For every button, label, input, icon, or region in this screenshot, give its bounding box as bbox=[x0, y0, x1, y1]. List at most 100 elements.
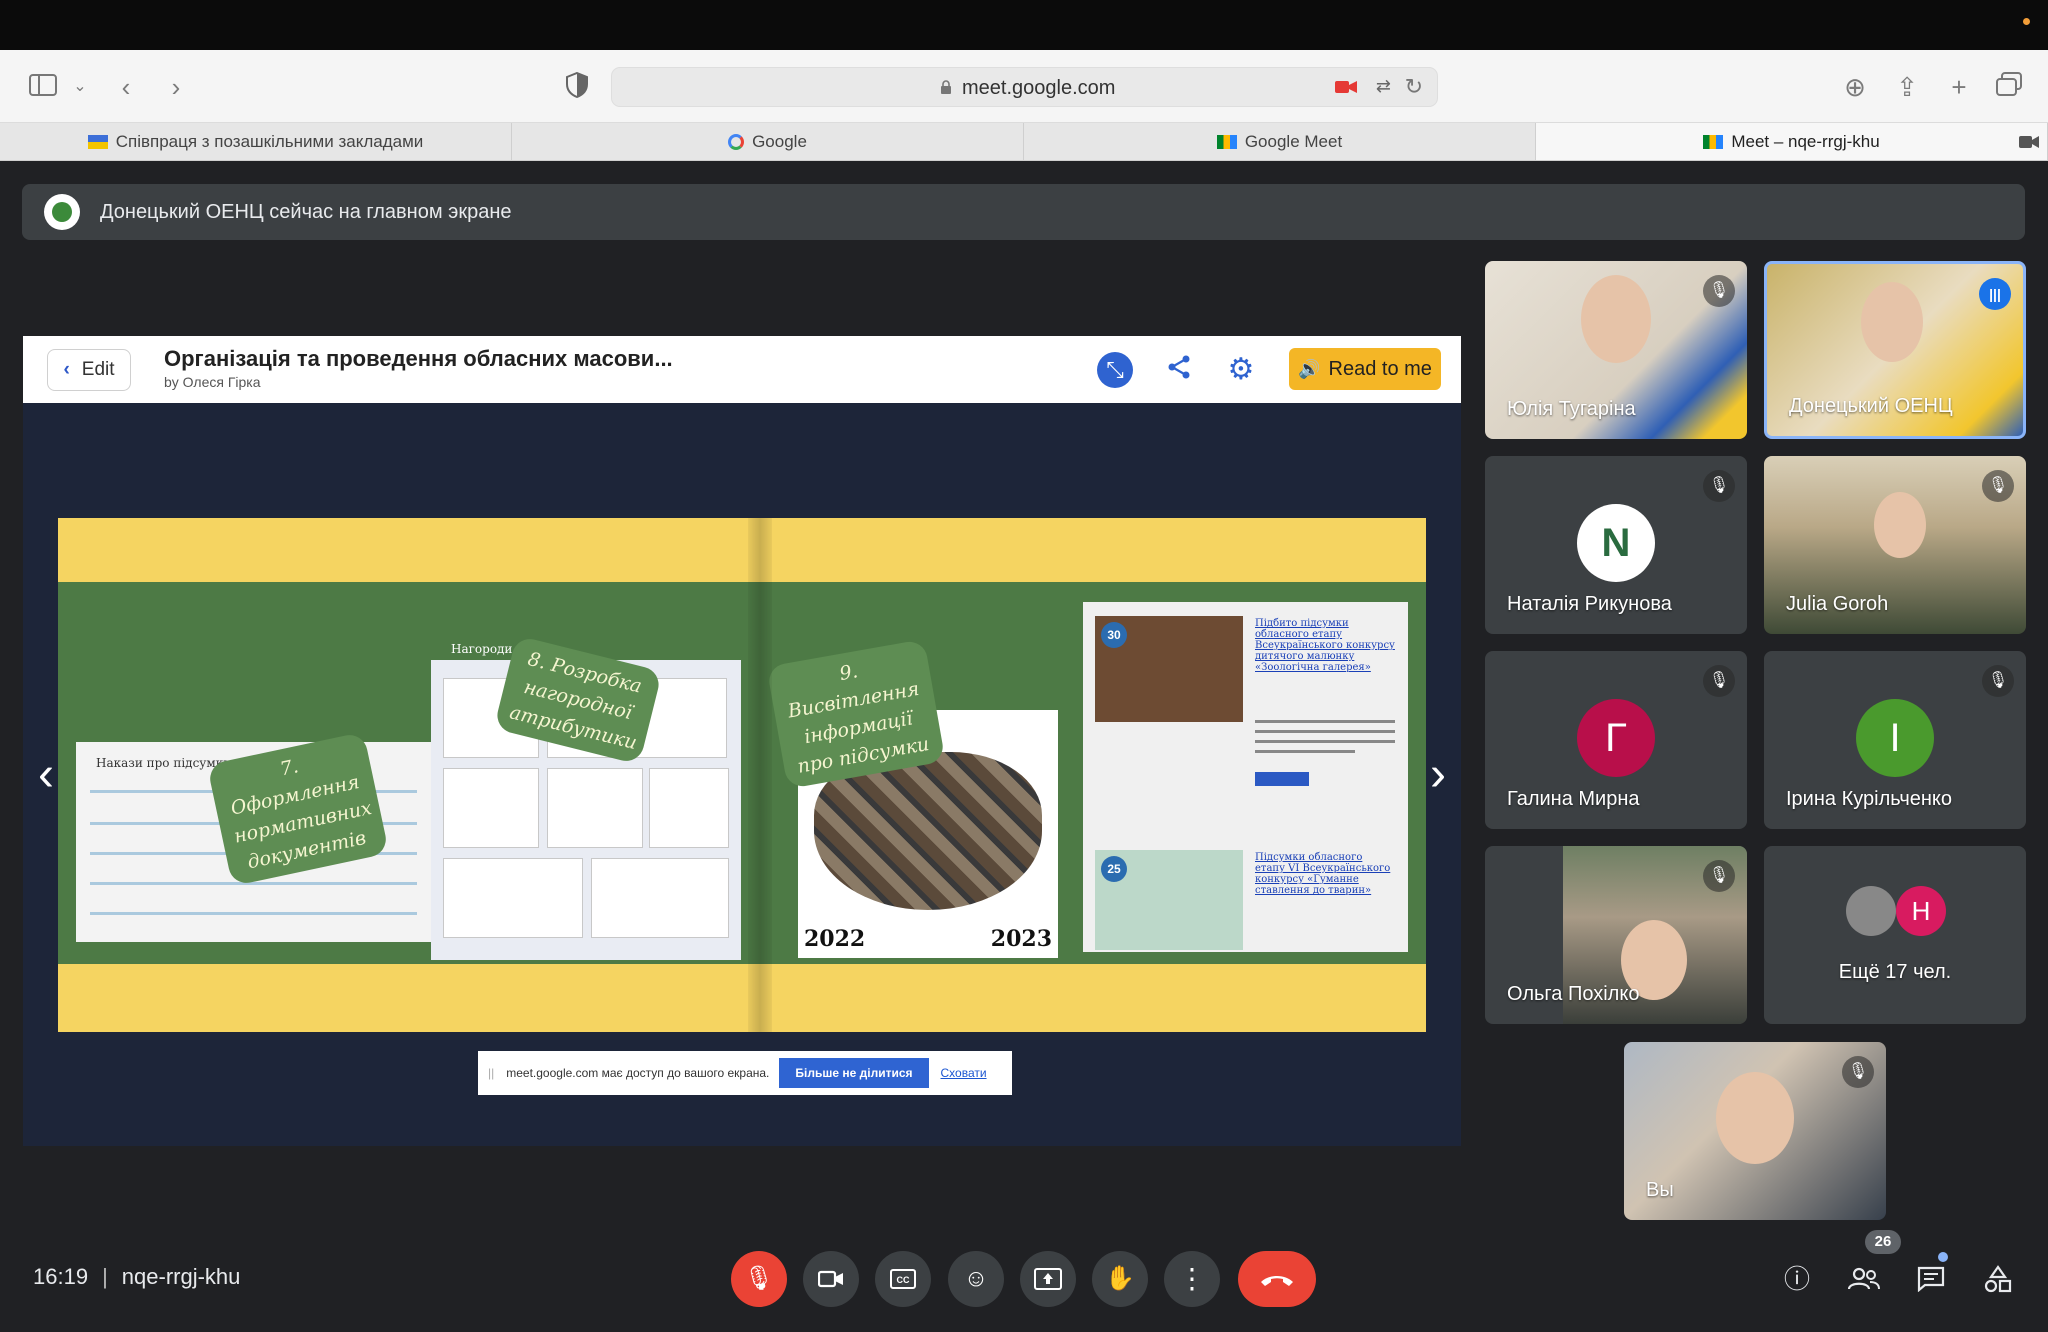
reload-icon[interactable]: ↻ bbox=[1405, 74, 1423, 100]
mic-off-icon: 🎙 bbox=[1703, 275, 1735, 307]
mic-off-icon: 🎙 bbox=[1703, 665, 1735, 697]
favicon-icon bbox=[87, 134, 108, 149]
new-tab-icon[interactable]: + bbox=[1942, 72, 1976, 102]
speaking-indicator-icon: ||| bbox=[1979, 278, 2011, 310]
privacy-shield-icon[interactable] bbox=[562, 71, 592, 102]
mic-toggle-button[interactable]: 🎙 bbox=[731, 1251, 787, 1307]
screen-share-notice: || meet.google.com має доступ до вашого … bbox=[478, 1051, 1012, 1095]
chat-unread-dot bbox=[1938, 1252, 1948, 1262]
lock-icon bbox=[941, 80, 951, 94]
os-top-bar bbox=[0, 0, 2048, 50]
participant-tile[interactable]: Г 🎙 Галина Мирна bbox=[1485, 651, 1747, 829]
captions-button[interactable]: CC bbox=[875, 1251, 931, 1307]
participant-tile-active-speaker[interactable]: ||| Донецький ОЕНЦ bbox=[1764, 261, 2026, 439]
meeting-details-icon[interactable]: ⓘ bbox=[1776, 1258, 1818, 1300]
camera-tab-icon bbox=[2019, 136, 2039, 148]
share-icon[interactable]: ⇪ bbox=[1890, 72, 1924, 102]
participant-thumbnail bbox=[1846, 886, 1896, 936]
tab-spivpratsia[interactable]: Співпраця з позашкільними закладами bbox=[0, 123, 512, 160]
meeting-info: 16:19 | nqe-rrgj-khu bbox=[33, 1264, 241, 1289]
video-feed bbox=[1581, 275, 1651, 363]
sheet-caption: Нагороди bbox=[451, 642, 513, 656]
present-screen-button[interactable] bbox=[1020, 1251, 1076, 1307]
participant-tile[interactable]: 🎙 Julia Goroh bbox=[1764, 456, 2026, 634]
activities-icon[interactable] bbox=[1977, 1258, 2019, 1300]
google-logo-icon bbox=[728, 133, 745, 150]
shared-screen: ‹ Edit Організація та проведення обласни… bbox=[23, 336, 1461, 1146]
previous-page-icon[interactable]: ‹ bbox=[31, 750, 61, 800]
spotlight-text: Донецький ОЕНЦ сейчас на главном экране bbox=[100, 200, 512, 223]
more-participants-tile[interactable]: Н Ещё 17 чел. bbox=[1764, 846, 2026, 1024]
participant-tile[interactable]: І 🎙 Ірина Курільченко bbox=[1764, 651, 2026, 829]
year-right: 2023 bbox=[990, 926, 1052, 952]
gear-icon[interactable]: ⚙ bbox=[1223, 352, 1259, 388]
hide-link[interactable]: Сховати bbox=[941, 1066, 987, 1080]
sheet-caption: Накази про підсумки bbox=[96, 756, 232, 770]
downloads-icon[interactable]: ⊕ bbox=[1838, 72, 1872, 102]
participant-count-badge: 26 bbox=[1865, 1230, 1901, 1254]
meet-logo-icon bbox=[1703, 134, 1724, 149]
back-icon[interactable]: ‹ bbox=[114, 72, 138, 102]
meet-logo-icon bbox=[1216, 134, 1237, 149]
avatar: І bbox=[1856, 699, 1934, 777]
address-bar[interactable]: meet.google.com ⇄ ↻ bbox=[611, 67, 1438, 107]
chat-icon[interactable] bbox=[1910, 1258, 1952, 1300]
tab-meet-call[interactable]: Meet – nqe-rrgj-khu bbox=[1536, 123, 2048, 160]
svg-text:CC: CC bbox=[897, 1275, 910, 1285]
leave-call-button[interactable] bbox=[1238, 1251, 1316, 1307]
translate-icon[interactable]: ⇄ bbox=[1376, 76, 1391, 97]
camera-in-use-icon[interactable] bbox=[1335, 79, 1357, 95]
speaker-icon: 🔊 bbox=[1298, 358, 1321, 379]
clock: 16:19 bbox=[33, 1264, 89, 1289]
video-feed bbox=[1861, 282, 1923, 362]
exit-fullscreen-icon[interactable]: ⤡ bbox=[1097, 352, 1133, 388]
stop-sharing-button[interactable]: Більше не ділитися bbox=[779, 1058, 929, 1088]
tab-google-meet[interactable]: Google Meet bbox=[1024, 123, 1536, 160]
more-options-button[interactable]: ⋮ bbox=[1164, 1251, 1220, 1307]
document-title: Організація та проведення обласних масов… bbox=[164, 346, 673, 371]
sheet-news: 30 Підбито підсумки обласного етапу Всеу… bbox=[1083, 602, 1408, 952]
news-link[interactable]: Підсумки обласного етапу VI Всеукраїнськ… bbox=[1255, 852, 1395, 896]
camera-toggle-button[interactable] bbox=[803, 1251, 859, 1307]
browser-toolbar: ⌄ ‹ › meet.google.com ⇄ ↻ ⊕ ⇪ + bbox=[0, 50, 2048, 123]
tab-overview-icon[interactable] bbox=[1992, 72, 2026, 102]
share-icon[interactable] bbox=[1161, 352, 1197, 388]
mic-off-icon: 🎙 bbox=[1842, 1056, 1874, 1088]
avatar: Г bbox=[1577, 699, 1655, 777]
self-view-tile[interactable]: 🎙 Вы bbox=[1624, 1042, 1886, 1220]
recording-indicator-icon bbox=[2023, 18, 2030, 25]
avatar: Н bbox=[1896, 886, 1946, 936]
participant-tile[interactable]: 🎙 Ольга Похілко bbox=[1485, 846, 1747, 1024]
sidebar-toggle-icon[interactable] bbox=[28, 72, 58, 102]
read-to-me-button[interactable]: 🔊 Read to me bbox=[1289, 348, 1441, 390]
next-page-icon[interactable]: › bbox=[1423, 750, 1453, 800]
participant-tile[interactable]: 🎙 Юлія Тугаріна bbox=[1485, 261, 1747, 439]
news-badge: 25 bbox=[1101, 856, 1127, 882]
news-link[interactable]: Підбито підсумки обласного етапу Всеукра… bbox=[1255, 618, 1395, 673]
mic-off-icon: 🎙 bbox=[1703, 860, 1735, 892]
news-badge: 30 bbox=[1101, 622, 1127, 648]
people-icon[interactable] bbox=[1843, 1258, 1885, 1300]
book-spine bbox=[748, 518, 772, 1032]
spotlight-banner: Донецький ОЕНЦ сейчас на главном экране bbox=[22, 184, 2025, 240]
video-feed bbox=[1874, 492, 1926, 558]
meeting-code: nqe-rrgj-khu bbox=[121, 1264, 241, 1289]
year-left: 2022 bbox=[804, 926, 866, 952]
edit-button[interactable]: ‹ Edit bbox=[47, 349, 131, 391]
avatar: N bbox=[1577, 504, 1655, 582]
forward-icon[interactable]: › bbox=[164, 72, 188, 102]
emoji-reaction-button[interactable]: ☺ bbox=[948, 1251, 1004, 1307]
browser-tabs: Співпраця з позашкільними закладами Goog… bbox=[0, 123, 2048, 161]
chevron-down-icon[interactable]: ⌄ bbox=[70, 72, 90, 102]
read-more-button[interactable] bbox=[1255, 772, 1309, 786]
page-background: Накази про підсумки Нагороди 7. Оформлен… bbox=[58, 582, 1426, 964]
drag-handle-icon[interactable]: || bbox=[488, 1066, 494, 1080]
document-author: by Олеся Гірка bbox=[164, 374, 261, 390]
oenc-logo-icon bbox=[44, 194, 80, 230]
participant-tile[interactable]: N 🎙 Наталія Рикунова bbox=[1485, 456, 1747, 634]
tab-google[interactable]: Google bbox=[512, 123, 1024, 160]
raise-hand-button[interactable]: ✋ bbox=[1092, 1251, 1148, 1307]
video-feed bbox=[1716, 1072, 1794, 1164]
flipbook-spread: Накази про підсумки Нагороди 7. Оформлен… bbox=[58, 518, 1426, 1032]
flipbook-header: ‹ Edit Організація та проведення обласни… bbox=[23, 336, 1461, 403]
